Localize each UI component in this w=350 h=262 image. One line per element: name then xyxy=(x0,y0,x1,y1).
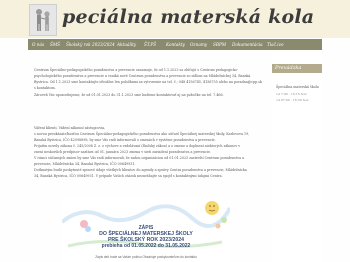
sidebar-hours: od 07:00 - 16:30 hod xyxy=(276,98,309,102)
school-logo[interactable] xyxy=(29,4,57,36)
enrollment-poster: ZÁPIS DO ŠPECIÁLNEJ MATERSKEJ ŠKOLY PRE … xyxy=(62,198,230,262)
poster-footer: Zápis detí bude sa Vaším poštou Obsahuje… xyxy=(95,255,197,259)
nav-item-documentation[interactable]: Dokumentácia xyxy=(232,40,263,49)
nav-item-school-year[interactable]: Školský rok 2023/2024 xyxy=(66,40,115,49)
notice-line: Centrum Špeciálno-pedagogického poradens… xyxy=(34,68,239,72)
notice-line: Vážení klienti, Vážení zákonní zástupcov… xyxy=(34,126,106,130)
nav-item-forms[interactable]: Tlač.ivo xyxy=(267,40,284,49)
notice-line: znení neskorších predpisov nastáva od 01… xyxy=(34,150,212,154)
notice-line: s novou preukázateľnosťou Centrum Špeciá… xyxy=(34,132,250,136)
main-nav: O nás ŠMŠ Školský rok 2023/2024 Aktuálit… xyxy=(28,39,322,50)
children-figures-icon xyxy=(36,9,50,31)
nav-item-sbpm[interactable]: SBPM xyxy=(213,40,226,49)
notice-line: psychologického poradenstva a prevencie … xyxy=(34,74,251,78)
notice-line: s kontaktom. xyxy=(34,86,56,90)
notice-line: Prijatím novely zákona č. 245/2008 Z. z.… xyxy=(34,144,241,148)
nav-item-notices[interactable]: Oznamy xyxy=(190,40,207,49)
nav-item-stps[interactable]: ŠT.PŠ xyxy=(144,40,156,49)
sidebar-hours: od 7:00 - 16:15 hod xyxy=(276,92,307,96)
page: peciálna materská kola O nás ŠMŠ Školský… xyxy=(0,0,350,262)
sidebar-title: Prevádzka xyxy=(275,65,302,71)
nav-item-news[interactable]: Aktuálity xyxy=(117,40,136,49)
sidebar-heading: Prevádzka xyxy=(272,64,322,73)
right-sidebar: Prevádzka Špeciálna materská škola od 7:… xyxy=(272,52,322,262)
notice-line: prevencie, Mládežnícka 34, Banská Bystri… xyxy=(34,162,136,166)
site-header: peciálna materská kola xyxy=(0,0,350,38)
notice-line: Zároveň Vás upozorňujeme, že od 01.01.20… xyxy=(34,93,224,97)
poster-line: prebieha od 01.05.2022 do 31.05.2022 xyxy=(101,243,191,249)
notice-line: 34, Banská Bystrica, IČO 00649931. V prí… xyxy=(34,174,223,178)
nav-item-about[interactable]: O nás xyxy=(32,40,44,49)
nav-item-smss[interactable]: ŠMŠ xyxy=(50,40,60,49)
nav-item-contacts[interactable]: Kontakty xyxy=(166,40,185,49)
site-title: peciálna materská kola xyxy=(62,6,315,28)
notice-line: Dotknutým budú poskytnuté spisové údaje … xyxy=(34,168,247,172)
notice-line: Banská Bystrica, IČO 42098898, by sme Vá… xyxy=(34,138,216,142)
notice-line: V rámci súčasných zmien by sme Vás radi … xyxy=(34,156,245,160)
sidebar-link-school[interactable]: Špeciálna materská škola xyxy=(276,85,319,89)
notice-line: Bystrica. Od 1.1.2023 sme kontaktujte of… xyxy=(34,80,262,84)
